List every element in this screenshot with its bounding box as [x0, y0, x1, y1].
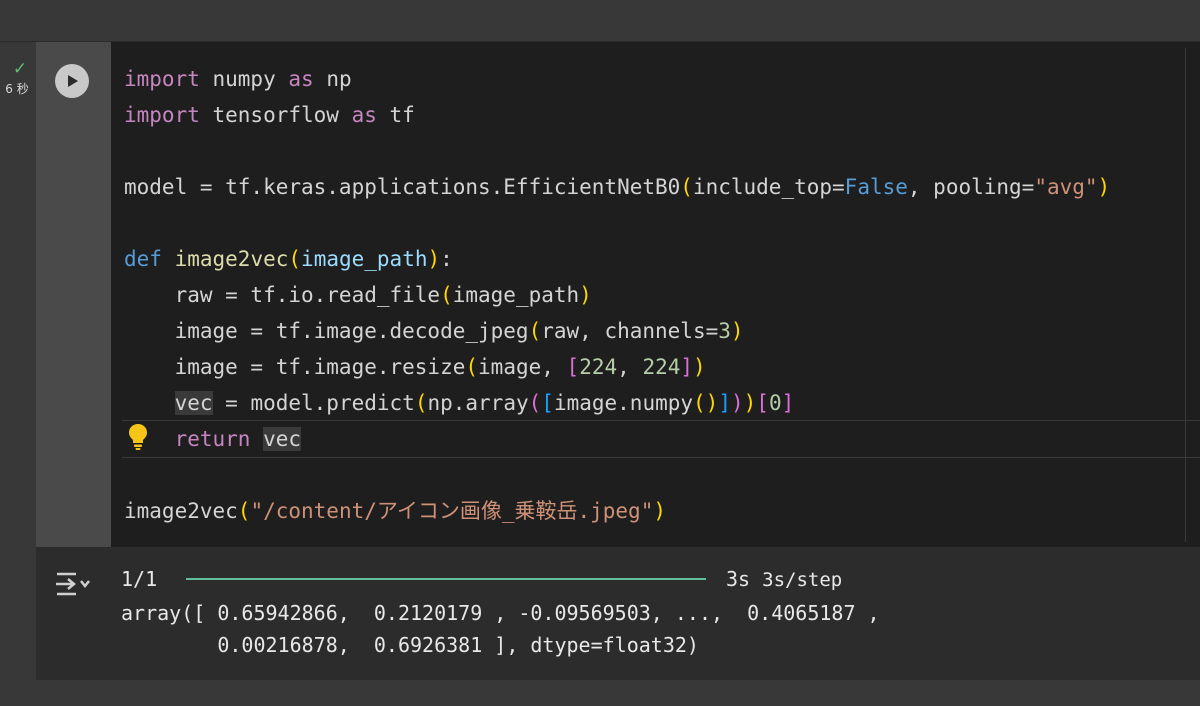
top-toolbar [0, 0, 1200, 42]
code-line[interactable]: image2vec("/content/アイコン画像_乗鞍岳.jpeg") [124, 498, 666, 524]
output-toggle-icon[interactable] [54, 569, 94, 599]
cell-gutter [36, 42, 111, 547]
code-line[interactable]: import numpy as np [124, 66, 352, 92]
code-token: 3 [718, 319, 731, 343]
code-token: model = tf.keras.applications.EfficientN… [124, 175, 681, 199]
code-token: tf [376, 103, 415, 127]
code-token: ) [1097, 175, 1111, 199]
code-line[interactable]: return vec [124, 426, 302, 452]
code-token: raw = tf.io.read_file [124, 283, 441, 307]
result-line-1: array([ 0.65942866, 0.2120179 , -0.09569… [121, 601, 880, 625]
editor-scrollbar[interactable] [1185, 48, 1196, 542]
code-token: np [313, 67, 352, 91]
code-token: def [124, 247, 162, 271]
code-line[interactable]: image = tf.image.resize(image, [224, 224… [124, 354, 706, 380]
code-token: ( [440, 283, 453, 307]
cell-output: 1/1 3s 3s/step array([ 0.65942866, 0.212… [36, 547, 1200, 680]
code-token: , pooling= [907, 175, 1035, 199]
execution-time: 6 秒 [5, 82, 29, 96]
code-token: import [124, 67, 200, 91]
code-cell[interactable]: import numpy as np import tensorflow as t… [36, 42, 1200, 680]
code-token: import [124, 103, 200, 127]
code-token: "/content/アイコン画像_乗鞍岳.jpeg" [250, 499, 654, 523]
code-line[interactable]: raw = tf.io.read_file(image_path) [124, 282, 592, 308]
code-token: ] [718, 391, 731, 415]
code-editor[interactable]: import numpy as np import tensorflow as t… [111, 42, 1200, 547]
code-token: include_top= [692, 175, 845, 199]
code-token: image2vec [124, 499, 238, 523]
code-line[interactable]: image = tf.image.decode_jpeg(raw, channe… [124, 318, 744, 344]
time-per-step: 3s/step [762, 569, 843, 591]
code-token: ( [288, 247, 302, 271]
code-token: ] [781, 391, 795, 415]
code-token: = model.predict [212, 391, 415, 415]
code-token: numpy [199, 67, 289, 91]
code-token: [ [566, 355, 580, 379]
code-token: 0 [768, 391, 782, 415]
execution-status: ✓ 6 秒 [0, 60, 34, 97]
code-token: False [844, 175, 908, 199]
code-line[interactable]: def image2vec(image_path): [124, 246, 453, 272]
time-total: 3s [726, 567, 751, 591]
code-token: image = tf.image.decode_jpeg [124, 319, 529, 343]
progress-time: 3s 3s/step [726, 563, 842, 596]
code-token: np.array [427, 391, 529, 415]
code-token: ) [427, 247, 441, 271]
code-token: ( [465, 355, 479, 379]
code-token: [ [756, 391, 769, 415]
code-token: return [174, 427, 251, 451]
code-token: image_path [301, 247, 428, 271]
progress-bar [186, 578, 706, 580]
code-token: image, [478, 355, 567, 379]
code-token: ] [680, 355, 694, 379]
code-token: 224 [642, 355, 681, 379]
code-token: tensorflow [199, 103, 352, 127]
code-token: ) [579, 283, 592, 307]
code-line[interactable]: import tensorflow as tf [124, 102, 415, 128]
code-token: : [440, 247, 453, 271]
result-line-2: 0.00216878, 0.6926381 ], dtype=float32) [121, 633, 699, 657]
code-token: ( [414, 391, 428, 415]
code-token: ) [730, 391, 744, 415]
code-token: ( [680, 175, 693, 199]
code-token: ) [730, 319, 744, 343]
code-token: image.numpy [553, 391, 694, 415]
code-token: as [351, 103, 377, 127]
code-token: raw, channels= [541, 319, 719, 343]
code-token: , [617, 355, 643, 379]
code-token: ( [528, 391, 542, 415]
code-token: () [693, 391, 719, 415]
run-cell-button[interactable] [55, 64, 89, 98]
code-line[interactable]: vec = model.predict(np.array([image.nump… [124, 390, 794, 416]
code-token: ) [743, 391, 757, 415]
code-token: 224 [579, 355, 618, 379]
code-token: ) [653, 499, 666, 523]
code-token: ( [237, 499, 251, 523]
code-token: ( [528, 319, 542, 343]
code-line[interactable]: model = tf.keras.applications.EfficientN… [124, 174, 1110, 200]
code-token: vec [263, 427, 302, 451]
code-token: as [288, 67, 314, 91]
code-token: image_path [452, 283, 580, 307]
success-check-icon: ✓ [12, 59, 28, 79]
code-token: ) [693, 355, 706, 379]
code-token: image2vec [174, 247, 289, 271]
code-token: vec [174, 391, 213, 415]
progress-count: 1/1 [121, 567, 158, 591]
code-token: [ [541, 391, 554, 415]
play-icon [68, 75, 78, 87]
code-token: "avg" [1034, 175, 1098, 199]
code-token: image = tf.image.resize [124, 355, 466, 379]
